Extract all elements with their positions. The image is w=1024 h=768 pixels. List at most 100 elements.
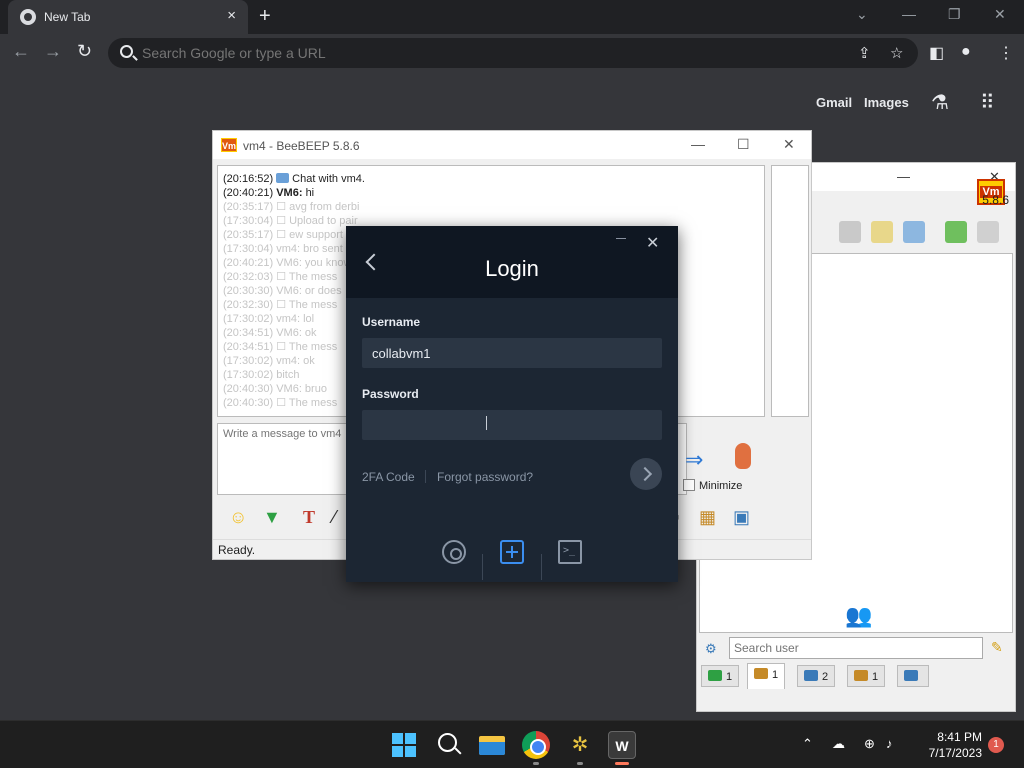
chat-history-faded: (20:35:17) ☐ avg from derbi — [223, 201, 360, 213]
twofa-code-link[interactable]: 2FA Code — [362, 470, 415, 484]
chrome-icon — [20, 9, 36, 25]
tab-new-tab[interactable]: New Tab × — [8, 0, 248, 34]
users-group-icon: 👥 — [845, 603, 873, 628]
trash-bin-icon[interactable] — [977, 221, 999, 243]
windows-start-icon[interactable] — [390, 731, 418, 759]
onedrive-cloud-icon[interactable]: ☁ — [832, 736, 845, 752]
password-input[interactable] — [362, 410, 662, 440]
settings-gear-icon[interactable] — [442, 540, 466, 564]
beebeep-bottom-tabs: 1 1 2 1 — [697, 663, 1017, 689]
tray-overflow-chevron-icon[interactable]: ⌃ — [802, 736, 813, 752]
link-separator — [425, 470, 426, 483]
tab-search-chevron-icon[interactable]: ⌄ — [856, 6, 868, 23]
tools-icon[interactable] — [903, 221, 925, 243]
labs-flask-icon[interactable]: ⚗ — [931, 90, 949, 115]
mail-icon[interactable] — [839, 221, 861, 243]
tab-files[interactable] — [897, 665, 929, 687]
search-icon — [120, 45, 133, 58]
checkbox-box[interactable] — [683, 479, 695, 491]
clock-time: 8:41 PM — [937, 730, 982, 744]
window-close-icon[interactable]: ✕ — [994, 6, 1006, 23]
minimize-checkbox[interactable]: Minimize — [683, 479, 742, 492]
text-format-icon[interactable]: T — [303, 507, 315, 528]
beebeep-main-minimize-icon[interactable]: — — [897, 169, 910, 184]
chat-bubble-icon — [708, 670, 722, 681]
notification-badge[interactable]: 1 — [988, 737, 1004, 753]
color-picker-icon[interactable]: ⁄ — [333, 507, 336, 528]
running-indicator — [533, 762, 539, 765]
users-icon — [754, 668, 768, 679]
clock-date: 7/17/2023 — [928, 746, 982, 760]
active-indicator — [615, 762, 629, 765]
chat-bubble-icon — [276, 173, 290, 183]
file-attach-icon[interactable]: ▦ — [699, 507, 716, 528]
app-w-taskbar-icon[interactable]: W — [608, 731, 636, 759]
login-submit-button[interactable] — [630, 458, 662, 490]
network-globe-icon[interactable]: ⊕ — [864, 736, 875, 752]
volume-speaker-icon[interactable]: ♪ — [886, 736, 893, 751]
clear-search-broom-icon[interactable]: ✎ — [991, 639, 1003, 656]
username-label: Username — [362, 315, 421, 329]
microphone-icon[interactable] — [735, 443, 751, 469]
terminal-icon[interactable]: >_ — [558, 540, 582, 564]
tab-chats[interactable]: 1 — [701, 665, 740, 687]
beebeep-chat-title: vm4 - BeeBEEP 5.8.6 — [243, 139, 360, 153]
window-restore-icon[interactable]: ❐ — [948, 6, 961, 23]
profile-avatar-icon[interactable]: ● — [961, 43, 971, 61]
tab-title: New Tab — [44, 10, 91, 24]
gmail-link[interactable]: Gmail — [816, 95, 852, 110]
back-arrow-icon[interactable]: ← — [12, 41, 30, 62]
user-search-gear-icon[interactable]: ⚙ — [705, 641, 717, 657]
tab-users[interactable]: 1 — [747, 663, 786, 689]
beebeep-version: 5.8.6 — [982, 193, 1009, 207]
browser-toolbar: ← → ↻ ⇪ ☆ ◧ ● ⋮ — [0, 34, 1024, 72]
running-indicator — [577, 762, 583, 765]
beebeep-chat-minimize-icon[interactable]: — — [691, 136, 705, 152]
images-link[interactable]: Images — [864, 95, 909, 110]
bookmark-star-icon[interactable]: ☆ — [890, 44, 903, 62]
omnibox[interactable]: ⇪ ☆ — [108, 38, 918, 68]
chat-message: (20:40:21) VM6: hi — [223, 187, 315, 199]
share-icon[interactable]: ⇪ — [858, 44, 871, 62]
taskbar-search-icon[interactable] — [436, 731, 464, 759]
tab-close-icon[interactable]: × — [227, 7, 236, 24]
floppy-save-icon[interactable]: ▣ — [733, 507, 750, 528]
dialog-minimize-icon[interactable] — [616, 238, 626, 239]
footer-separator — [541, 554, 542, 580]
apps-grid-icon[interactable]: ⠿ — [980, 90, 995, 115]
chat-members-panel[interactable] — [771, 165, 809, 417]
chrome-taskbar-icon[interactable] — [522, 731, 550, 759]
password-label: Password — [362, 387, 419, 401]
window-minimize-icon[interactable]: — — [902, 6, 916, 22]
send-message-icon[interactable]: ⇒ — [685, 447, 703, 473]
login-title: Login — [485, 256, 539, 281]
login-header: Login ✕ — [346, 226, 678, 298]
beebeep-chat-close-icon[interactable]: ✕ — [783, 136, 795, 153]
forgot-password-link[interactable]: Forgot password? — [437, 470, 533, 484]
emoticon-smile-icon[interactable]: ☺ — [229, 507, 247, 528]
forward-arrow-icon[interactable]: → — [44, 41, 62, 62]
taskbar-clock[interactable]: 8:41 PM 7/17/2023 — [916, 729, 982, 761]
edit-pencil-icon[interactable] — [871, 221, 893, 243]
add-account-icon[interactable] — [500, 540, 524, 564]
expand-down-icon[interactable]: ▼ — [263, 507, 281, 528]
network-users-icon — [854, 670, 868, 681]
login-dialog: Login ✕ Username Password 2FA Code Forgo… — [346, 226, 678, 582]
tab-network[interactable]: 1 — [847, 665, 886, 687]
file-explorer-icon[interactable] — [478, 731, 506, 759]
menu-kebab-icon[interactable]: ⋮ — [998, 43, 1014, 63]
side-panel-icon[interactable]: ◧ — [929, 43, 944, 63]
beebeep-app-icon: Vm — [221, 138, 237, 152]
reload-icon[interactable]: ↻ — [77, 41, 92, 62]
new-tab-button[interactable]: + — [259, 5, 271, 28]
username-input[interactable] — [362, 338, 662, 368]
beebeep-taskbar-icon[interactable]: ✲ — [566, 731, 594, 759]
text-cursor-icon — [486, 416, 487, 430]
tab-groups[interactable]: 2 — [797, 665, 836, 687]
update-arrow-icon[interactable] — [945, 221, 967, 243]
omnibox-input[interactable] — [142, 44, 822, 62]
chat-message: (20:16:52) Chat with vm4. — [223, 173, 365, 185]
search-user-input[interactable] — [729, 637, 983, 659]
beebeep-chat-maximize-icon[interactable]: ☐ — [737, 136, 750, 153]
dialog-close-icon[interactable]: ✕ — [646, 236, 659, 252]
